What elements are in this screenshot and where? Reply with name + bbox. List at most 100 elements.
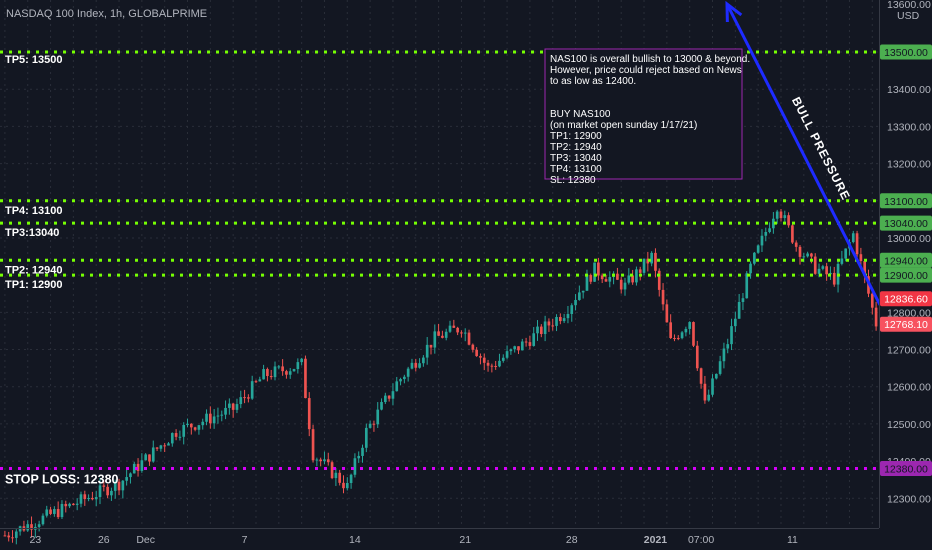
candle-body bbox=[562, 318, 566, 322]
candle-body bbox=[140, 460, 144, 471]
candle-body bbox=[330, 462, 334, 479]
symbol-title[interactable]: NASDAQ 100 Index, 1h, GLOBALPRIME bbox=[6, 8, 207, 20]
candle-body bbox=[737, 301, 741, 319]
candle-body bbox=[870, 293, 874, 308]
candle-body bbox=[665, 304, 669, 323]
candle-body bbox=[151, 447, 155, 462]
candle-body bbox=[197, 425, 201, 430]
level-label: TP1: 12900 bbox=[5, 279, 62, 291]
candle-body bbox=[79, 494, 83, 504]
candle-body bbox=[844, 248, 847, 259]
candle-body bbox=[711, 378, 714, 395]
candle-body bbox=[106, 486, 109, 496]
candle-body bbox=[741, 298, 745, 302]
candle-body bbox=[11, 537, 14, 539]
candle-body bbox=[722, 348, 726, 362]
candle-body bbox=[791, 225, 794, 243]
candle-body bbox=[597, 262, 600, 276]
chart-canvas[interactable]: TP5: 13500TP4: 13100TP3:13040TP2: 12940T… bbox=[0, 0, 932, 550]
candle-body bbox=[444, 331, 448, 338]
time-axis-tick-label: 7 bbox=[242, 534, 248, 546]
candle-body bbox=[14, 531, 18, 538]
candle-body bbox=[406, 368, 410, 377]
candle-body bbox=[539, 326, 543, 335]
candle-body bbox=[182, 424, 186, 437]
candle-body bbox=[452, 325, 456, 328]
candle-body bbox=[277, 366, 281, 368]
candle-body bbox=[288, 371, 292, 375]
candle-body bbox=[56, 509, 60, 518]
candle-body bbox=[403, 376, 406, 380]
annotation-line: BUY NAS100 bbox=[550, 109, 611, 120]
candle-body bbox=[745, 273, 749, 299]
candle-body bbox=[832, 272, 836, 285]
annotation-line: TP2: 12940 bbox=[550, 142, 602, 153]
candle-body bbox=[467, 332, 471, 345]
candle-body bbox=[87, 497, 90, 500]
candle-body bbox=[228, 403, 231, 408]
candle-body bbox=[825, 266, 828, 275]
candle-body bbox=[578, 292, 581, 300]
candle-body bbox=[802, 256, 806, 258]
candle-body bbox=[638, 269, 642, 273]
candle-body bbox=[585, 275, 589, 291]
candle-body bbox=[68, 503, 71, 507]
candle-body bbox=[64, 503, 68, 507]
currency-label: USD bbox=[897, 10, 920, 22]
candle-body bbox=[258, 379, 262, 382]
candle-body bbox=[756, 245, 760, 253]
candle-body bbox=[570, 305, 574, 315]
candle-body bbox=[479, 356, 482, 358]
candle-body bbox=[296, 362, 300, 370]
price-tag-label: 12380.00 bbox=[884, 464, 928, 476]
candle-body bbox=[688, 322, 692, 329]
annotation-line bbox=[550, 87, 553, 98]
candle-body bbox=[680, 332, 684, 339]
annotation-line: TP1: 12900 bbox=[550, 131, 602, 142]
candle-body bbox=[410, 362, 414, 369]
candle-body bbox=[559, 317, 562, 322]
candle-body bbox=[456, 327, 459, 333]
price-axis-tick-label: 12500.00 bbox=[887, 419, 931, 431]
candle-body bbox=[148, 454, 151, 462]
price-axis-tick-label: 12300.00 bbox=[887, 493, 931, 505]
price-tag-label: 12900.00 bbox=[884, 270, 928, 282]
candle-body bbox=[555, 317, 558, 326]
annotation-box[interactable]: NAS100 is overall bullish to 13000 & bey… bbox=[544, 48, 750, 186]
candle-body bbox=[703, 383, 707, 401]
candle-body bbox=[110, 490, 113, 496]
price-axis-tick-label: 12600.00 bbox=[887, 382, 931, 394]
candle-body bbox=[349, 474, 353, 483]
candle-body bbox=[364, 427, 368, 448]
candle-body bbox=[433, 331, 437, 348]
candle-body bbox=[45, 509, 49, 516]
level-label: TP4: 13100 bbox=[5, 205, 62, 217]
candle-body bbox=[315, 459, 319, 461]
candle-body bbox=[524, 341, 528, 343]
candle-body bbox=[486, 362, 490, 366]
candle-body bbox=[855, 233, 859, 255]
candle-body bbox=[174, 433, 178, 437]
candle-body bbox=[494, 366, 497, 368]
candle-body bbox=[813, 256, 817, 274]
candle-body bbox=[726, 344, 730, 349]
candle-body bbox=[794, 242, 798, 247]
candle-body bbox=[326, 459, 330, 463]
candle-body bbox=[304, 358, 307, 399]
candle-body bbox=[547, 321, 551, 326]
annotation-line: However, price could reject based on New… bbox=[550, 65, 742, 76]
candle-body bbox=[608, 277, 612, 282]
candle-body bbox=[654, 252, 657, 271]
candle-body bbox=[764, 232, 768, 236]
candle-body bbox=[250, 381, 254, 399]
candle-body bbox=[186, 423, 189, 425]
candle-body bbox=[167, 443, 170, 446]
candle-body bbox=[414, 362, 418, 368]
candle-body bbox=[684, 328, 688, 333]
annotation-line bbox=[550, 98, 553, 109]
candle-body bbox=[144, 454, 147, 461]
price-tag-label: 12768.10 bbox=[884, 319, 928, 331]
candle-body bbox=[566, 314, 570, 319]
time-axis-tick-label: 14 bbox=[349, 534, 361, 546]
candle-body bbox=[821, 266, 825, 269]
